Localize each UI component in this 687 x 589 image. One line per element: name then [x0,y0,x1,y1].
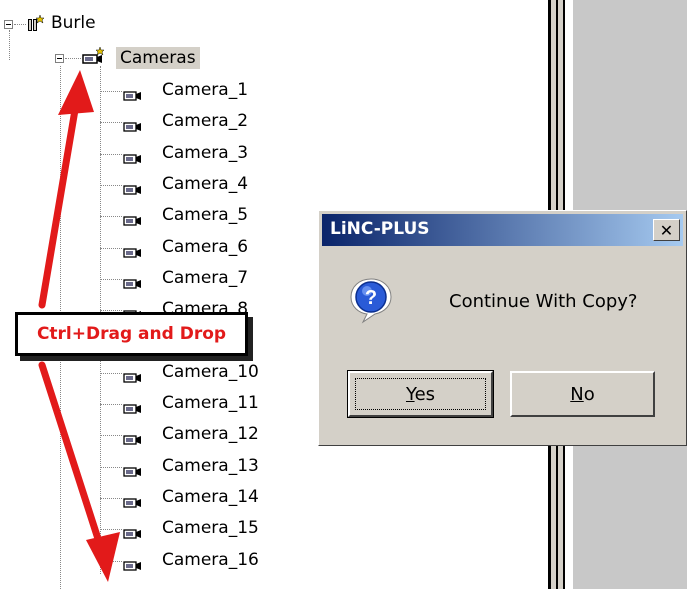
arrow-down-line [38,361,104,549]
camera-icon [123,117,143,132]
arrow-down-head [86,532,120,582]
camera-icon [123,211,143,226]
question-icon: ? [350,278,392,324]
arrow-up-head [58,70,94,115]
annotation-text: Ctrl+Drag and Drop [36,324,227,344]
camera-item-label[interactable]: Camera_16 [162,549,259,571]
camera-item-label[interactable]: Camera_14 [162,486,259,508]
yes-button[interactable]: Yes [347,370,494,418]
tree-root-label[interactable]: Burle [51,12,96,34]
camera-icon [123,86,143,101]
tree-connector [100,153,122,155]
camera-icon [123,243,143,258]
close-button[interactable]: ✕ [653,219,680,241]
camera-item-label[interactable]: Camera_13 [162,455,259,477]
camera-icon [123,368,143,383]
confirm-dialog: LiNC-PLUS ✕ ? Continue With Copy? Yes No [318,210,687,446]
camera-icon [123,180,143,195]
tree-connector [100,247,122,249]
camera-icon [123,430,143,445]
no-rest: o [583,383,595,405]
close-icon: ✕ [659,220,674,240]
dialog-message: Continue With Copy? [449,291,638,312]
camera-icon [123,399,143,414]
tree-connector [100,91,122,92]
camera-item-label[interactable]: Camera_2 [162,110,248,132]
camera-icon [123,462,143,477]
tree-connector [9,30,10,60]
no-label: No [570,384,594,405]
camera-item-label[interactable]: Camera_7 [162,267,248,289]
tree-connector [100,122,122,124]
camera-item-label[interactable]: Camera_3 [162,142,248,164]
tree-connector [100,497,122,499]
tree-connector [65,58,81,59]
camera-item-label[interactable]: Camera_12 [162,423,259,445]
tree-group-label[interactable]: Cameras [116,47,200,69]
no-button[interactable]: No [510,371,655,417]
arrow-up-line [38,106,79,309]
tree-connector [100,184,122,186]
cameras-collapse-icon[interactable] [55,54,64,63]
camera-icon [123,493,143,508]
tree-connector [100,435,122,437]
tree-connector [100,372,122,374]
tree-connector [14,24,26,25]
tree-connector [100,560,122,562]
camera-icon [123,556,143,571]
camera-item-label[interactable]: Camera_10 [162,361,259,383]
dialog-titlebar[interactable]: LiNC-PLUS ✕ [322,214,683,246]
camera-item-label[interactable]: Camera_11 [162,392,259,414]
cameras-group-icon [82,46,105,64]
dialog-title: LiNC-PLUS [330,219,430,239]
root-folder-icon [28,14,45,31]
tree-connector [100,466,122,468]
camera-item-label[interactable]: Camera_6 [162,236,248,258]
camera-item-label[interactable]: Camera_15 [162,517,259,539]
svg-text:?: ? [365,287,377,309]
camera-item-label[interactable]: Camera_4 [162,173,248,195]
tree-connector [100,404,122,405]
no-mnemonic: N [570,383,584,405]
tree-connector [100,529,122,531]
focus-rect [355,378,486,410]
tree-connector [100,216,122,218]
root-collapse-icon[interactable] [4,20,13,29]
tree-connector [100,310,122,312]
camera-icon [123,274,143,289]
camera-item-label[interactable]: Camera_5 [162,204,248,226]
camera-icon [123,149,143,164]
camera-icon [123,524,143,539]
tree-connector [100,278,122,280]
camera-item-label[interactable]: Camera_1 [162,79,248,101]
annotation-callout: Ctrl+Drag and Drop [15,312,248,356]
